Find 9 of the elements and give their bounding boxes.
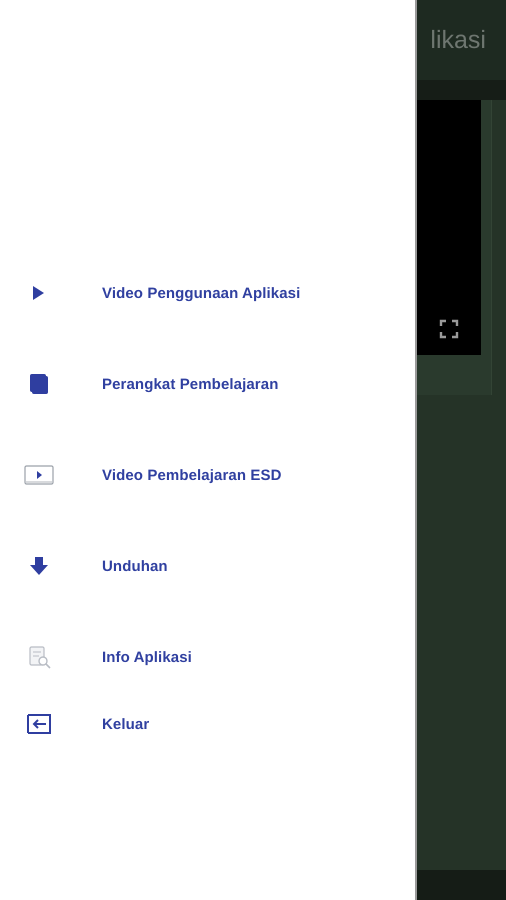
menu-item[interactable]: Perangkat Pembelajaran	[102, 376, 278, 392]
fullscreen-icon[interactable]	[439, 319, 459, 339]
video-screen-icon	[23, 463, 55, 487]
menu-item[interactable]: Video Pembelajaran ESD	[102, 466, 282, 484]
app-title: likasi	[430, 26, 486, 54]
menu-item[interactable]: Info Aplikasi	[102, 648, 192, 666]
menu-item[interactable]: Keluar	[102, 716, 150, 732]
menu-item[interactable]: Unduhan	[102, 558, 168, 574]
menu-item[interactable]: Video Penggunaan Aplikasi	[102, 284, 300, 302]
